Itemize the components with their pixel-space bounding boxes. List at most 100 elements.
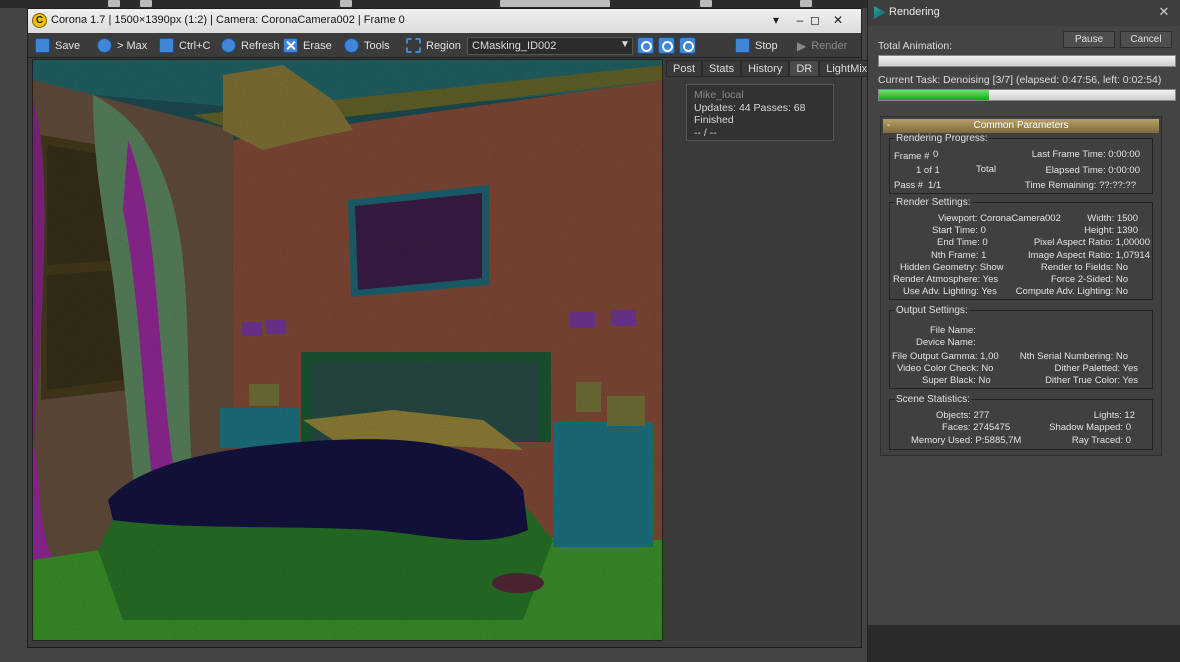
vfb-side-tabs: Post Stats History DR LightMix	[666, 60, 875, 77]
tools-button[interactable]: Tools	[344, 36, 390, 55]
zoom-in-icon[interactable]	[637, 37, 654, 54]
stat-lights: Lights: 12	[1093, 410, 1135, 421]
setting-adv-lighting: Use Adv. Lighting: Yes	[903, 286, 997, 297]
host-dropdown[interactable]	[500, 0, 610, 7]
rendering-progress-group: Rendering Progress: Frame # 0 1 of 1 Tot…	[889, 133, 1153, 194]
erase-button[interactable]: Erase	[283, 36, 332, 55]
stat-ray-traced: Ray Traced: 0	[1071, 435, 1131, 446]
stop-button[interactable]: Stop	[735, 36, 778, 55]
vfb-titlebar[interactable]: C Corona 1.7 | 1500×1390px (1:2) | Camer…	[28, 9, 861, 33]
stat-shadow-mapped: Shadow Mapped: 0	[1049, 422, 1131, 433]
output-nth-serial: Nth Serial Numbering: No	[1019, 351, 1128, 362]
dr-status: Finished	[694, 114, 734, 126]
scene-statistics-group: Scene Statistics: Objects: 277 Faces: 27…	[889, 394, 1153, 450]
output-video-color-check: Video Color Check: No	[897, 363, 994, 374]
output-file-name: File Name:	[930, 325, 976, 336]
output-dither-true-color: Dither True Color: Yes	[1045, 375, 1138, 386]
setting-width: Width: 1500	[1087, 213, 1138, 224]
setting-height: Height: 1390	[1084, 225, 1138, 236]
desktop: C Corona 1.7 | 1500×1390px (1:2) | Camer…	[0, 0, 1180, 662]
zoom-out-icon[interactable]	[658, 37, 675, 54]
render-button[interactable]: ▶ Render	[797, 36, 847, 55]
host-tool-icon[interactable]	[108, 0, 120, 7]
collapse-icon: -	[887, 120, 891, 131]
region-icon	[406, 38, 421, 53]
group-title: Render Settings:	[895, 197, 972, 208]
rendering-titlebar[interactable]: Rendering ✕	[868, 0, 1180, 26]
save-button[interactable]: Save	[35, 36, 80, 55]
region-button[interactable]: Region	[406, 36, 461, 55]
close-button[interactable]: ✕	[1153, 3, 1175, 21]
rendering-dialog: Rendering ✕ Total Animation: Pause Cance…	[867, 0, 1180, 662]
tab-history[interactable]: History	[741, 60, 790, 77]
host-tool-icon[interactable]	[340, 0, 352, 7]
render-settings-group: Render Settings: Viewport: CoronaCamera0…	[889, 197, 1153, 300]
pause-button[interactable]: Pause	[1063, 31, 1115, 48]
window-menu-button[interactable]: ▾	[764, 12, 788, 29]
setting-viewport: Viewport: CoronaCamera002	[938, 213, 1061, 224]
stop-icon	[735, 38, 750, 53]
vfb-content: Post Stats History DR LightMix Mike_loca…	[32, 59, 875, 646]
close-button[interactable]: ✕	[826, 12, 850, 29]
setting-force-2sided: Force 2-Sided: No	[1050, 274, 1128, 285]
stat-faces: Faces: 2745475	[942, 422, 1011, 433]
dialog-bottom-area	[868, 625, 1180, 662]
output-gamma: File Output Gamma: 1,00	[892, 351, 999, 362]
copy-icon	[159, 38, 174, 53]
frame-label: Frame #	[894, 151, 930, 162]
task-progress-fill	[879, 90, 989, 100]
group-title: Rendering Progress:	[895, 133, 989, 144]
play-icon: ▶	[797, 38, 807, 53]
erase-icon	[283, 38, 298, 53]
time-remaining: Time Remaining: ??:??:??	[1024, 180, 1136, 191]
total-progress-bar	[878, 55, 1176, 67]
send-to-max-button[interactable]: > Max	[97, 36, 147, 55]
masking-render-image	[33, 60, 662, 640]
corona-frame-buffer-window: C Corona 1.7 | 1500×1390px (1:2) | Camer…	[27, 8, 875, 648]
host-tool-icon[interactable]	[800, 0, 812, 7]
current-task-text: Denoising [3/7] (elapsed: 0:47:56, left:…	[943, 74, 1162, 86]
maximize-button[interactable]: ◻	[803, 12, 827, 29]
host-tool-icon[interactable]	[140, 0, 152, 7]
elapsed-time: Elapsed Time: 0:00:00	[1045, 165, 1140, 176]
copy-button[interactable]: Ctrl+C	[159, 36, 210, 55]
last-frame-time: Last Frame Time: 0:00:00	[1031, 149, 1140, 160]
task-progress-bar	[878, 89, 1176, 101]
current-task-label: Current Task:	[878, 74, 941, 86]
setting-compute-adv-lighting: Compute Adv. Lighting: No	[1015, 286, 1128, 297]
stat-objects: Objects: 277	[936, 410, 990, 421]
output-settings-group: Output Settings: File Name: Device Name:…	[889, 305, 1153, 389]
dr-node-name: Mike_local	[694, 89, 744, 101]
zoom-fit-icon[interactable]	[679, 37, 696, 54]
tab-stats[interactable]: Stats	[702, 60, 742, 77]
pass-label: Pass #	[894, 180, 924, 191]
render-pass-select[interactable]: CMasking_ID002	[467, 37, 633, 55]
setting-image-aspect: Image Aspect Ratio: 1,07914	[1028, 250, 1150, 261]
frame-value: 0	[933, 149, 939, 160]
dr-updates: Updates: 44 Passes: 68	[694, 101, 806, 114]
corona-logo-icon: C	[32, 13, 47, 28]
refresh-button[interactable]: Refresh	[221, 36, 280, 55]
setting-hidden-geometry: Hidden Geometry: Show	[900, 262, 1004, 273]
setting-start-time: Start Time: 0	[932, 225, 986, 236]
tab-lightmix[interactable]: LightMix	[819, 60, 875, 77]
cancel-button[interactable]: Cancel	[1120, 31, 1172, 48]
tab-post[interactable]: Post	[666, 60, 703, 77]
pass-value: 1/1	[928, 180, 942, 191]
host-tool-icon[interactable]	[700, 0, 712, 7]
tab-dr[interactable]: DR	[789, 60, 820, 77]
setting-nth-frame: Nth Frame: 1	[931, 250, 987, 261]
chevron-down-icon[interactable]: ▼	[620, 39, 630, 50]
total-animation-label: Total Animation:	[878, 40, 953, 52]
output-dither-paletted: Dither Paletted: Yes	[1054, 363, 1138, 374]
group-title: Scene Statistics:	[895, 394, 971, 405]
stat-memory-used: Memory Used: P:5885,7M	[911, 435, 1022, 446]
setting-end-time: End Time: 0	[937, 237, 988, 248]
render-image[interactable]	[32, 59, 663, 641]
gear-icon	[344, 38, 359, 53]
refresh-icon	[221, 38, 236, 53]
render-teapot-icon	[874, 6, 886, 19]
common-parameters-panel: - Common Parameters Rendering Progress: F…	[880, 116, 1162, 456]
common-parameters-header[interactable]: - Common Parameters	[883, 119, 1159, 133]
vfb-toolbar: Save > Max Ctrl+C Refresh Erase Tools Re…	[28, 33, 861, 58]
